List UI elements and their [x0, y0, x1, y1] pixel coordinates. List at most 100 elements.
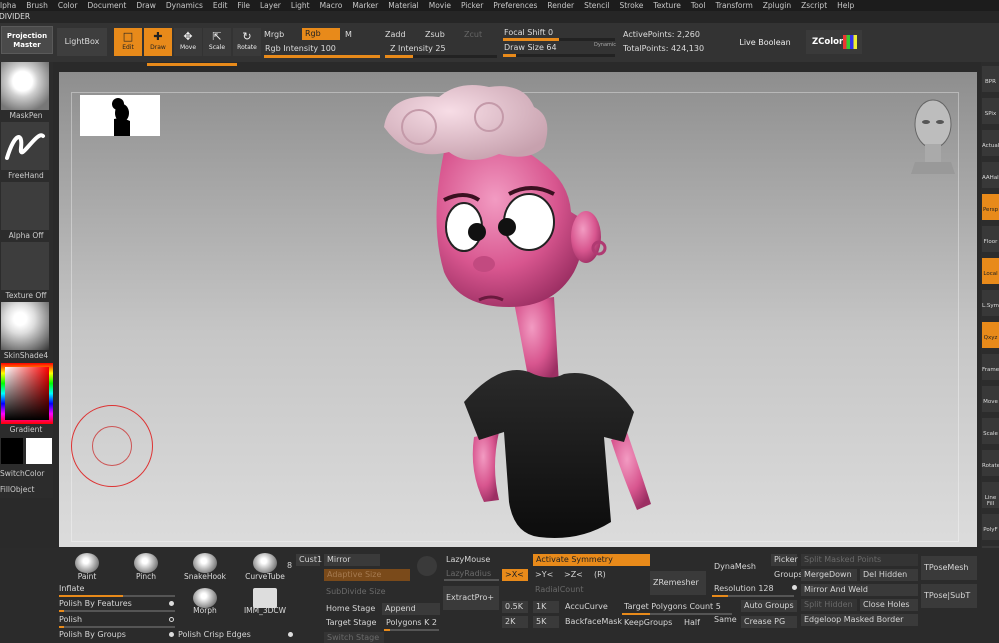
remesh-2k-button[interactable]: 2K — [502, 616, 528, 628]
menu-item-document[interactable]: Document — [82, 0, 131, 11]
color-picker[interactable] — [1, 363, 53, 424]
curvetube-brush-icon[interactable] — [253, 553, 277, 573]
right-shelf-bpr-button[interactable]: BPR — [982, 66, 999, 92]
live-boolean-button[interactable]: Live Boolean — [735, 35, 795, 51]
symmetry-radial-button[interactable]: (R) — [594, 569, 606, 581]
merge-down-button[interactable]: MergeDown — [801, 569, 857, 581]
paint-brush-icon[interactable] — [75, 553, 99, 573]
right-shelf-aahalf-button[interactable]: AAHalf — [982, 162, 999, 188]
split-hidden-button[interactable]: Split Hidden — [801, 599, 857, 611]
right-shelf-rotate-button[interactable]: Rotate — [982, 450, 999, 476]
crease-pg-button[interactable]: Crease PG — [741, 616, 797, 628]
mrgb-button[interactable]: Mrgb — [264, 30, 284, 39]
dynamic-button[interactable]: Dynamic — [594, 42, 616, 48]
right-shelf-local-button[interactable]: Local — [982, 258, 999, 284]
menu-item-preferences[interactable]: Preferences — [488, 0, 542, 11]
extractpro-button[interactable]: ExtractPro+ — [443, 586, 499, 610]
morph-brush-icon[interactable] — [193, 588, 217, 608]
right-shelf-qxyz-button[interactable]: Qxyz — [982, 322, 999, 348]
right-shelf-spix-button[interactable]: SPix — [982, 98, 999, 124]
menu-item-layer[interactable]: Layer — [255, 0, 286, 11]
focal-shift-slider[interactable] — [503, 38, 615, 41]
zadd-button[interactable]: Zadd — [385, 30, 406, 39]
menu-item-brush[interactable]: Brush — [21, 0, 53, 11]
cust1-button[interactable]: Cust1 — [296, 554, 322, 566]
zremesher-button[interactable]: ZRemesher — [650, 571, 706, 595]
right-shelf-l-sym-button[interactable]: L.Sym — [982, 290, 999, 316]
projection-master-button[interactable]: Projection Master — [1, 26, 53, 54]
menu-item-stroke[interactable]: Stroke — [614, 0, 648, 11]
resolution-slider[interactable] — [712, 595, 794, 597]
menu-item-light[interactable]: Light — [286, 0, 315, 11]
right-shelf-polyf-button[interactable]: PolyF — [982, 514, 999, 540]
del-hidden-button[interactable]: Del Hidden — [860, 569, 918, 581]
zsub-button[interactable]: Zsub — [425, 30, 445, 39]
rgb-button[interactable]: Rgb — [302, 28, 340, 40]
resolution-toggle[interactable] — [792, 585, 797, 590]
texture-selector[interactable]: Texture Off — [0, 242, 52, 301]
right-shelf-actual-button[interactable]: Actual — [982, 130, 999, 156]
edit-button[interactable]: □ Edit — [114, 28, 142, 56]
menu-item-draw[interactable]: Draw — [131, 0, 161, 11]
mirror-and-weld-button[interactable]: Mirror And Weld — [801, 584, 918, 596]
menu-item-render[interactable]: Render — [542, 0, 579, 11]
activate-symmetry-button[interactable]: Activate Symmetry — [533, 554, 650, 566]
draw-button[interactable]: ✚ Draw — [144, 28, 172, 56]
stroke-selector[interactable]: FreeHand — [0, 122, 52, 181]
menu-item-macro[interactable]: Macro — [315, 0, 348, 11]
polygons-k2-slider[interactable] — [384, 629, 439, 631]
close-holes-button[interactable]: Close Holes — [860, 599, 918, 611]
backface-mask-button[interactable]: BackfaceMask — [565, 616, 622, 628]
split-masked-points-button[interactable]: Split Masked Points — [801, 554, 918, 566]
right-shelf-floor-button[interactable]: Floor — [982, 226, 999, 252]
half-button[interactable]: Half — [684, 617, 700, 629]
snakehook-brush-icon[interactable] — [193, 553, 217, 573]
polish-by-groups-toggle[interactable] — [169, 632, 174, 637]
dynamesh-button[interactable]: DynaMesh — [714, 561, 756, 573]
right-shelf-scale-button[interactable]: Scale — [982, 418, 999, 444]
polish-by-features-slider[interactable] — [59, 610, 175, 612]
append-button[interactable]: Append — [382, 603, 440, 615]
accucurve-button[interactable]: AccuCurve — [565, 601, 608, 613]
character-model[interactable] — [59, 72, 977, 547]
move-button[interactable]: ✥ Move — [174, 28, 202, 56]
gradient-button[interactable]: Gradient — [0, 424, 52, 435]
menu-item-color[interactable]: Color — [53, 0, 83, 11]
groups-button[interactable]: Groups — [774, 569, 803, 581]
imm-3dcw-brush-icon[interactable] — [253, 588, 277, 608]
polish-slider[interactable] — [59, 626, 175, 628]
mirror-button[interactable]: Mirror — [324, 554, 380, 566]
brush-selector[interactable]: MaskPen — [0, 62, 52, 121]
symmetry-z-button[interactable]: >Z< — [564, 569, 583, 581]
menu-item-edit[interactable]: Edit — [208, 0, 233, 11]
tpose-mesh-button[interactable]: TPoseMesh — [921, 556, 977, 580]
polish-toggle[interactable] — [169, 617, 174, 622]
menu-item-picker[interactable]: Picker — [456, 0, 488, 11]
zcut-button[interactable]: Zcut — [464, 30, 482, 39]
rotate-button[interactable]: ↻ Rotate — [233, 28, 261, 56]
right-shelf-frame-button[interactable]: Frame — [982, 354, 999, 380]
menu-item-file[interactable]: File — [232, 0, 255, 11]
menu-item-help[interactable]: Help — [832, 0, 859, 11]
remesh-5k-button[interactable]: 5K — [533, 616, 559, 628]
remesh-0-5k-button[interactable]: 0.5K — [502, 601, 528, 613]
menu-item-zplugin[interactable]: Zplugin — [758, 0, 796, 11]
edgeloop-masked-border-button[interactable]: Edgeloop Masked Border — [801, 614, 918, 626]
adaptive-size-button[interactable]: Adaptive Size — [324, 569, 410, 581]
inflate-slider[interactable] — [59, 595, 175, 597]
home-stage-button[interactable]: Home Stage — [326, 603, 375, 615]
symmetry-x-button[interactable]: >X< — [502, 569, 528, 581]
lightbox-button[interactable]: LightBox — [57, 28, 107, 56]
polish-by-features-toggle[interactable] — [169, 601, 174, 606]
alpha-selector[interactable]: Alpha Off — [0, 182, 52, 241]
lazymouse-button[interactable]: LazyMouse — [446, 554, 490, 566]
menu-item-dynamics[interactable]: Dynamics — [161, 0, 208, 11]
menu-item-stencil[interactable]: Stencil — [579, 0, 614, 11]
switch-color-button[interactable]: SwitchColor — [0, 468, 52, 479]
switch-stage-button[interactable]: Switch Stage — [324, 632, 384, 643]
menu-item-lpha[interactable]: lpha — [0, 0, 21, 11]
symmetry-y-button[interactable]: >Y< — [535, 569, 553, 581]
polish-crisp-edges-toggle[interactable] — [288, 632, 293, 637]
menu-item-zscript[interactable]: Zscript — [796, 0, 832, 11]
right-shelf-line-fill-button[interactable]: Line Fill — [982, 482, 999, 508]
